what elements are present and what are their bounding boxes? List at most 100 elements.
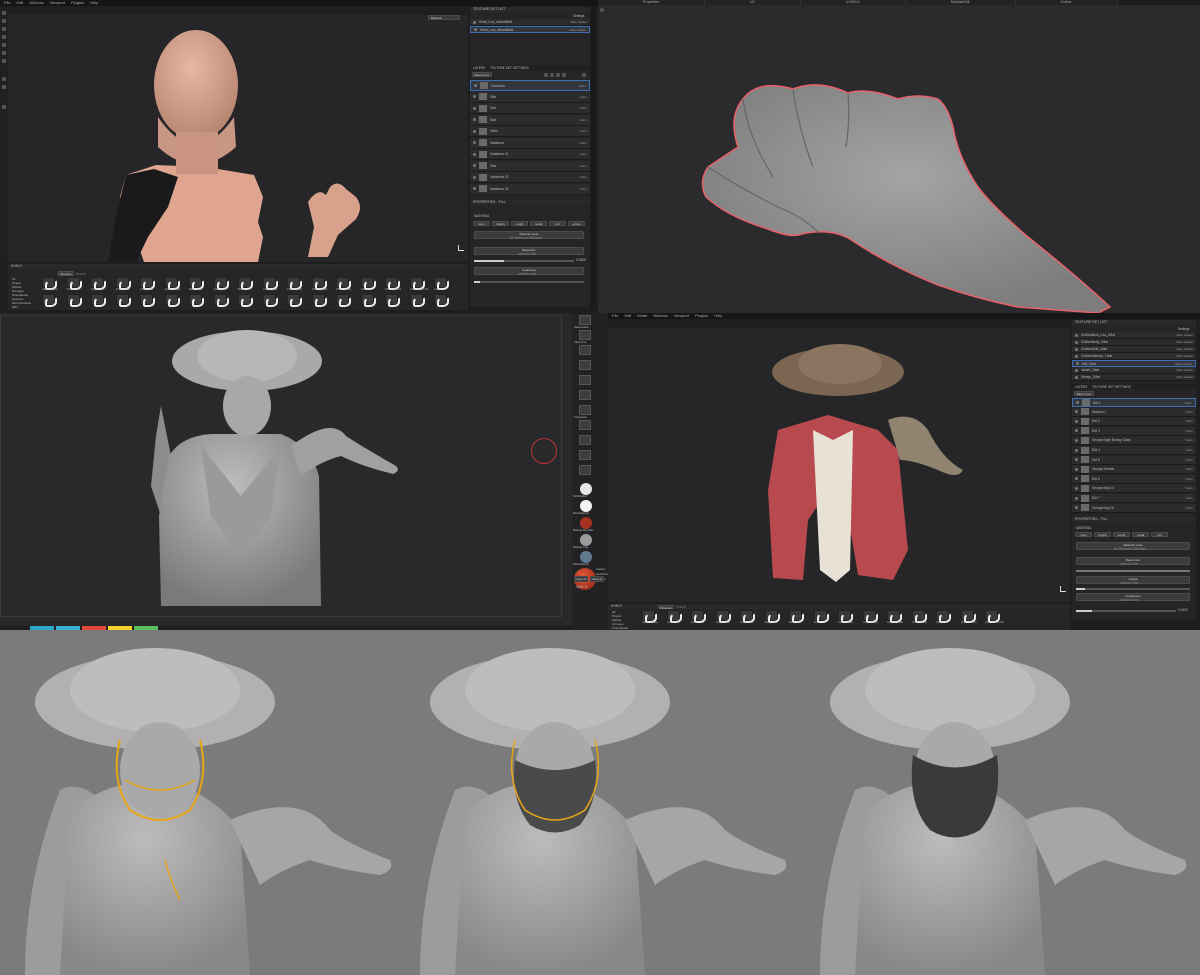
menu-item-file[interactable]: File — [4, 0, 10, 6]
viewport-3d[interactable]: Material — [8, 7, 468, 262]
scattering-slider[interactable] — [474, 281, 584, 283]
blend-mode[interactable]: Norm — [1186, 477, 1193, 481]
tab-1[interactable]: UV — [704, 0, 801, 5]
layer-row[interactable]: Skin Norm — [470, 91, 590, 103]
texture-set-item[interactable]: ClothesSleeves_1Mat Main shader — [1072, 353, 1196, 360]
brush-thumbnail[interactable] — [115, 294, 131, 307]
tool-button[interactable] — [579, 420, 591, 430]
blend-mode[interactable]: Norm — [1186, 410, 1193, 414]
channel-dropdown[interactable]: Base Color — [1074, 391, 1094, 396]
tool-button[interactable] — [579, 465, 591, 475]
eye-icon[interactable] — [1075, 458, 1078, 462]
menu-item-file[interactable]: File — [612, 313, 618, 319]
brush-thumbnail[interactable] — [434, 277, 449, 290]
layer-row[interactable]: Occlusion Norm — [470, 80, 590, 91]
blend-mode[interactable]: Norm — [1185, 401, 1192, 405]
blend-mode[interactable]: Norm — [1186, 506, 1193, 510]
layer-row[interactable]: Variations Norm — [470, 137, 590, 149]
brush-thumbnail[interactable] — [262, 277, 278, 290]
grid-icon[interactable] — [2, 85, 6, 89]
blend-mode[interactable]: Norm — [579, 84, 586, 88]
blend-mode[interactable]: Norm — [580, 175, 587, 179]
tab-2[interactable]: UVW/UV — [800, 0, 906, 5]
brush-thumbnail[interactable] — [715, 610, 731, 623]
brush-thumbnail[interactable] — [434, 294, 449, 307]
tool-button[interactable] — [579, 405, 591, 415]
texture-set-item[interactable]: Head_Low_defaultMat1 Main shader — [470, 19, 590, 26]
brush-thumbnail[interactable] — [336, 277, 351, 290]
brush-thumbnail[interactable] — [385, 294, 400, 307]
basecolor-slider[interactable] — [474, 260, 574, 262]
brush-thumbnail[interactable] — [42, 277, 57, 290]
brush-thumbnail[interactable] — [115, 277, 131, 290]
brush-thumbnail[interactable] — [311, 294, 327, 307]
brush-thumbnail[interactable] — [862, 610, 878, 623]
brush-thumbnail[interactable] — [813, 610, 829, 623]
brush-thumbnail[interactable] — [262, 294, 278, 307]
brush-thumbnail[interactable] — [213, 294, 229, 307]
menu-item-help[interactable]: Help — [714, 313, 722, 319]
roughness-slider[interactable] — [1076, 610, 1176, 612]
blend-mode[interactable]: Norm — [580, 106, 587, 110]
brush-thumbnail[interactable] — [911, 610, 927, 623]
material-swatch[interactable] — [580, 551, 592, 563]
eye-icon[interactable] — [1075, 467, 1078, 471]
eye-icon[interactable] — [1075, 429, 1078, 433]
menu-item-viewport[interactable]: Viewport — [674, 313, 690, 319]
texture-set-item[interactable]: Strings_1Mat Main shader — [1072, 374, 1196, 381]
color-option-label[interactable]: Gradient — [596, 568, 605, 571]
shelf-search-input[interactable]: Search — [76, 272, 86, 276]
blend-mode[interactable]: Norm — [1186, 438, 1193, 442]
tab-3[interactable]: ModularEdit — [905, 0, 1016, 5]
eye-icon[interactable] — [473, 129, 476, 133]
eye-icon[interactable] — [473, 106, 476, 110]
menu-item-window[interactable]: Window — [653, 313, 667, 319]
tab-texture-set-settings[interactable]: TEXTURE SET SETTINGS — [1092, 385, 1131, 389]
eye-icon[interactable] — [1075, 410, 1078, 414]
material-swatch[interactable] — [580, 483, 592, 495]
layer-row[interactable]: Veins Norm — [470, 126, 590, 137]
texture-set-item[interactable]: ClothesBody_1Mat Main shader — [1072, 339, 1196, 346]
brush-thumbnail[interactable] — [189, 277, 204, 290]
material-swatch[interactable] — [580, 517, 592, 529]
tab-0[interactable]: Properties — [598, 0, 705, 5]
eye-icon[interactable] — [1075, 354, 1078, 358]
channel-toggle-metal[interactable]: metal — [1132, 532, 1149, 537]
add-folder-icon[interactable] — [562, 73, 566, 77]
eye-icon[interactable] — [473, 187, 476, 190]
clear-fr-button[interactable]: Clear Fr — [590, 576, 604, 582]
brush-thumbnail[interactable] — [189, 294, 204, 307]
menu-item-edit[interactable]: Edit — [16, 0, 23, 6]
layer-row[interactable]: Dirt 6 Norm — [1072, 474, 1196, 484]
zbrush-canvas[interactable] — [0, 315, 562, 617]
brush-thumbnail[interactable] — [642, 610, 657, 623]
tool-button[interactable] — [579, 375, 591, 385]
clone-tool-icon[interactable] — [2, 43, 6, 47]
shelf-filter-dropdown[interactable]: Brushes — [58, 271, 74, 276]
brush-thumbnail[interactable] — [287, 277, 302, 290]
tool-button[interactable] — [579, 435, 591, 445]
channel-toggle-height[interactable]: height — [492, 221, 509, 226]
layer-row[interactable]: Dirt 3 Norm — [1072, 426, 1196, 436]
clear-rt-button[interactable]: Clear Rt — [574, 576, 588, 582]
eye-icon[interactable] — [473, 95, 476, 98]
brush-thumbnail[interactable] — [691, 610, 706, 623]
blend-mode[interactable]: Norm — [1186, 429, 1193, 433]
brush-thumbnail[interactable] — [164, 277, 180, 290]
tool-button[interactable] — [579, 390, 591, 400]
tab-layers[interactable]: LAYERS — [1075, 385, 1087, 389]
channel-toggle-emiss[interactable]: emiss — [568, 221, 585, 226]
brush-thumbnail[interactable] — [666, 610, 682, 623]
eye-icon[interactable] — [1075, 506, 1078, 510]
smudge-tool-icon[interactable] — [2, 35, 6, 39]
blend-mode[interactable]: Norm — [1186, 486, 1193, 490]
eye-icon[interactable] — [1075, 340, 1078, 344]
brush-thumbnail[interactable] — [360, 277, 376, 290]
blend-mode[interactable]: Norm — [580, 118, 587, 122]
tool-button[interactable] — [579, 330, 591, 340]
paint-tool-icon[interactable] — [2, 11, 6, 15]
texture-set-settings-button[interactable]: Settings — [1178, 327, 1190, 331]
texture-set-item[interactable]: ClothesShirt_1Mat Main shader — [1072, 346, 1196, 353]
blend-mode[interactable]: Norm — [580, 141, 587, 145]
channel-toggle-height[interactable]: height — [1094, 532, 1111, 537]
